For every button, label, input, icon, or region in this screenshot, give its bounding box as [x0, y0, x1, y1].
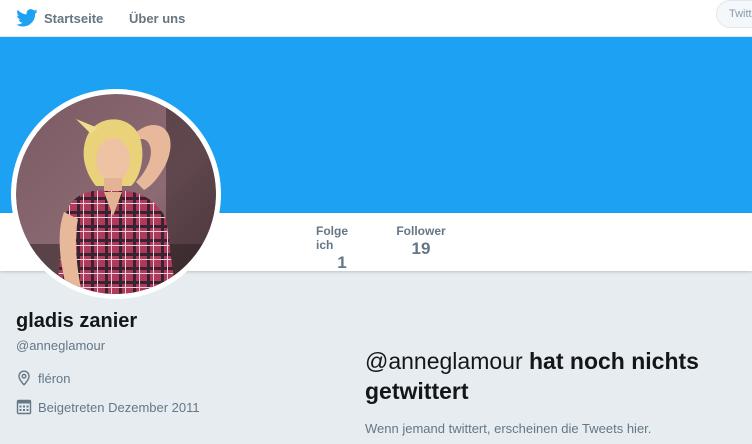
empty-timeline-title-rest: hat noch nichts	[529, 348, 699, 374]
profile-joined-date: Beigetreten Dezember 2011	[16, 399, 200, 415]
nav-about-label: Über uns	[129, 10, 186, 26]
followers-label: Follower	[396, 224, 446, 238]
top-navigation: Startseite Über uns Twitter durchsuchen	[0, 0, 752, 37]
profile-handle: @anneglamour	[16, 338, 106, 353]
avatar[interactable]	[11, 89, 221, 299]
empty-timeline-subtitle: Wenn jemand twittert, erscheinen die Twe…	[365, 421, 652, 436]
location-pin-icon	[18, 370, 30, 386]
following-count: 1	[337, 253, 347, 272]
avatar-photo	[16, 94, 216, 294]
followers-stat[interactable]: Follower 19	[396, 224, 446, 259]
nav-home-label: Startseite	[44, 10, 104, 26]
profile-location: fléron	[16, 370, 71, 386]
joined-text: Beigetreten Dezember 2011	[38, 399, 200, 415]
nav-home-link[interactable]: Startseite	[16, 7, 103, 29]
empty-timeline-handle: @anneglamour	[365, 348, 523, 374]
calendar-icon	[16, 399, 32, 415]
search-placeholder: Twitter durchsuchen	[729, 8, 752, 20]
empty-timeline-title: @anneglamour hat noch nichts getwittert	[365, 346, 752, 406]
followers-count: 19	[411, 239, 431, 258]
following-label: Folge ich	[316, 224, 348, 252]
twitter-bird-icon	[16, 9, 38, 27]
nav-about-link[interactable]: Über uns	[129, 7, 185, 29]
empty-timeline-title-line2: getwittert	[365, 378, 469, 404]
search-input[interactable]: Twitter durchsuchen	[716, 0, 752, 28]
profile-name: gladis zanier	[16, 310, 138, 332]
following-stat[interactable]: Folge ich 1	[316, 224, 368, 273]
location-text: fléron	[38, 370, 71, 386]
